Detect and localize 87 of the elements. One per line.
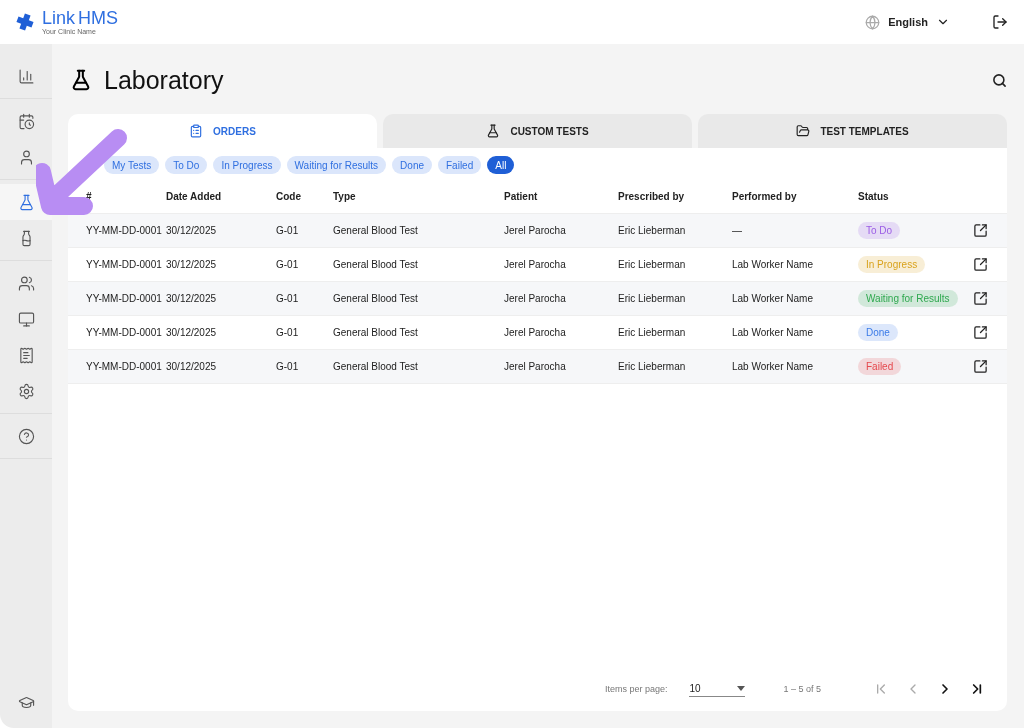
table-cell-text: Lab Worker Name [732, 361, 814, 372]
status-badge: In Progress [858, 256, 926, 273]
external-link-icon [973, 359, 988, 374]
table-cell-text: G-01 [276, 293, 300, 304]
language-select[interactable]: English [859, 13, 956, 31]
column-header: Prescribed by [618, 191, 686, 202]
table-cell-text: Eric Lieberman [618, 361, 687, 372]
column-header: Type [333, 191, 357, 202]
receipt-icon [17, 346, 35, 364]
folder-icon [796, 124, 811, 138]
column-header: Patient [504, 191, 539, 202]
external-link-icon [973, 223, 988, 238]
page-title: Laboratory [104, 65, 224, 95]
table-cell-text: General Blood Test [333, 259, 419, 270]
filter-chip[interactable]: My Tests [104, 156, 160, 174]
settings-icon [17, 382, 35, 400]
table-cell-text: 30/12/2025 [166, 225, 218, 236]
table-cell-text: 30/12/2025 [166, 259, 218, 270]
table-cell-text: Jerel Parocha [504, 327, 567, 338]
table-cell-text: 30/12/2025 [166, 293, 218, 304]
table-cell-text: Lab Worker Name [732, 293, 814, 304]
column-header: Date Added [166, 191, 223, 202]
search-button[interactable] [992, 72, 1007, 88]
tab[interactable]: ORDERS [68, 114, 377, 148]
table-cell-text: YY-MM-DD-0001 [86, 225, 163, 236]
logout-icon [992, 14, 1008, 30]
table-cell-text: General Blood Test [333, 293, 419, 304]
table-cell-text: YY-MM-DD-0001 [86, 293, 163, 304]
table-cell-text: Lab Worker Name [732, 327, 814, 338]
clipboard-icon [189, 124, 204, 138]
table-cell-text: Eric Lieberman [618, 293, 687, 304]
table-cell-text: 30/12/2025 [166, 327, 218, 338]
table-cell-text: Eric Lieberman [618, 225, 687, 236]
table-cell-text: General Blood Test [333, 225, 419, 236]
filter-chip[interactable]: All [487, 156, 515, 174]
help-icon [17, 427, 35, 445]
table-cell-text: YY-MM-DD-0001 [86, 361, 163, 372]
logo-icon [16, 13, 34, 31]
filter-chip[interactable]: In Progress [213, 156, 281, 174]
table-cell-text: Lab Worker Name [732, 259, 814, 270]
table-cell-text: G-01 [276, 361, 300, 372]
page-size-select[interactable]: 10 [689, 681, 746, 697]
table-cell-text: Jerel Parocha [504, 361, 567, 372]
flask-icon [17, 193, 35, 211]
external-link-icon [973, 325, 988, 340]
status-badge: To Do [858, 222, 901, 239]
table-cell-text: G-01 [276, 259, 300, 270]
table-cell-text: 30/12/2025 [166, 361, 218, 372]
calendar-icon [17, 112, 35, 130]
caret-icon [737, 686, 746, 691]
chart-icon [17, 67, 35, 85]
column-header: Code [276, 191, 302, 202]
status-badge: Done [858, 324, 898, 341]
monitor-icon [17, 310, 35, 328]
search-icon [992, 72, 1007, 88]
table-cell-text: Eric Lieberman [618, 259, 687, 270]
table-cell-text: G-01 [276, 225, 300, 236]
brand-name: Link HMS [42, 8, 119, 28]
status-badge: Failed [858, 358, 902, 375]
filter-chip[interactable]: Waiting for Results [286, 156, 387, 174]
filter-chip[interactable]: To Do [165, 156, 208, 174]
table-cell-text: YY-MM-DD-0001 [86, 259, 163, 270]
tab[interactable]: CUSTOM TESTS [383, 114, 692, 148]
items-per-page-label: Items per page: [604, 684, 668, 694]
globe-icon [865, 14, 881, 30]
table-cell-text: YY-MM-DD-0001 [86, 327, 163, 338]
column-header: Performed by [732, 191, 798, 202]
table-cell-text: Jerel Parocha [504, 225, 567, 236]
page-range: 1 – 5 of 5 [783, 684, 821, 694]
filter-chip[interactable]: Done [392, 156, 432, 174]
table-cell-text: G-01 [276, 327, 300, 338]
table-cell-text: Eric Lieberman [618, 327, 687, 338]
tab[interactable]: TEST TEMPLATES [698, 114, 1007, 148]
table-cell-text: General Blood Test [333, 361, 419, 372]
users-icon [17, 274, 35, 292]
external-link-icon [973, 257, 988, 272]
filter-chip[interactable]: Failed [438, 156, 482, 174]
logout-button[interactable] [992, 14, 1008, 30]
table-cell-text: — [732, 225, 743, 236]
table-cell-text: Jerel Parocha [504, 293, 567, 304]
table-cell-text: Jerel Parocha [504, 259, 567, 270]
external-link-icon [973, 291, 988, 306]
table-cell-text: General Blood Test [333, 327, 419, 338]
flask-icon [70, 69, 92, 91]
flask-icon [486, 124, 501, 138]
column-header: Status [858, 191, 890, 202]
status-badge: Waiting for Results [858, 290, 958, 307]
